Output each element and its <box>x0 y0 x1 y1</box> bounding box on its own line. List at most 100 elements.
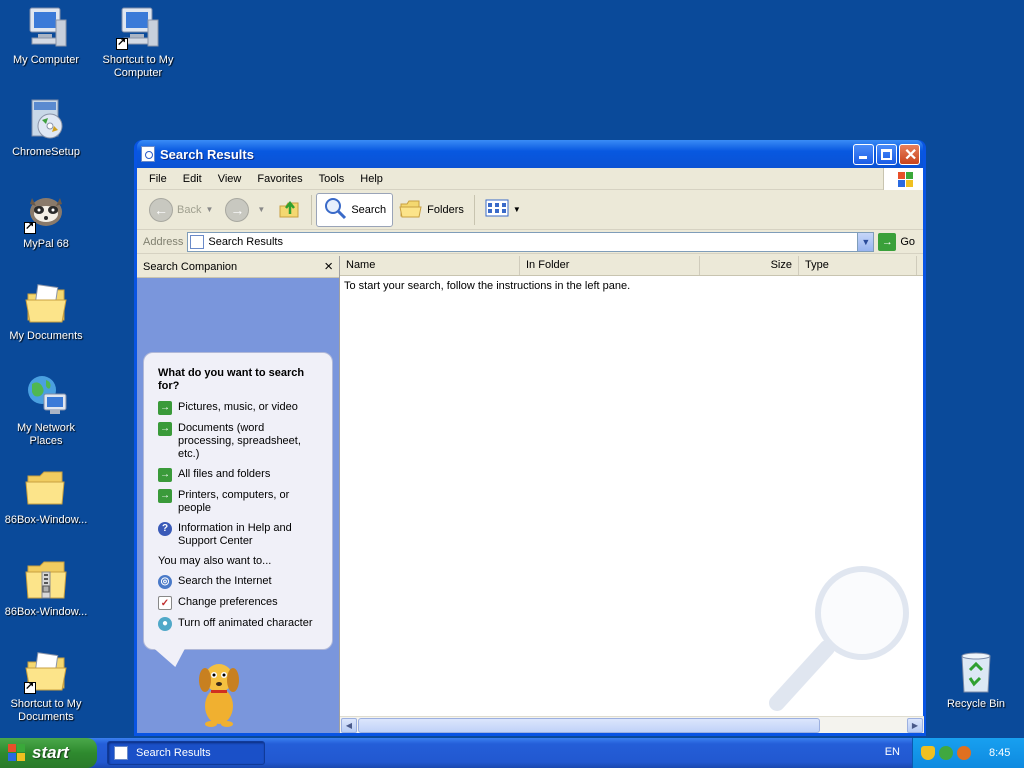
scroll-right-icon[interactable]: ▶ <box>907 718 923 733</box>
option-change-preferences[interactable]: ✓ Change preferences <box>158 596 320 610</box>
views-grid-icon <box>485 198 509 221</box>
scrollbar-thumb[interactable] <box>358 718 820 733</box>
desktop-icon-label: Recycle Bin <box>946 698 1006 710</box>
menu-edit[interactable]: Edit <box>175 173 210 185</box>
up-folder-icon <box>277 196 301 223</box>
installer-icon <box>22 96 70 144</box>
search-companion-pane: Search Companion × What do you want to s… <box>137 256 339 733</box>
search-tray-icon[interactable] <box>957 746 971 760</box>
chevron-down-icon[interactable]: ▼ <box>205 205 213 214</box>
horizontal-scrollbar[interactable]: ◀ ▶ <box>340 716 924 733</box>
menu-view[interactable]: View <box>210 173 250 185</box>
maximize-icon <box>881 148 892 160</box>
option-all-files[interactable]: → All files and folders <box>158 468 320 482</box>
go-button[interactable]: → Go <box>874 232 923 251</box>
toolbar-separator <box>473 194 475 225</box>
forward-button[interactable]: → ▼ <box>219 193 271 227</box>
window-client: File Edit View Favorites Tools Help ← Ba… <box>137 168 924 733</box>
windows-flag-icon <box>8 744 26 762</box>
desktop-icon-recycle-bin[interactable]: Recycle Bin <box>930 648 1022 711</box>
minimize-icon <box>859 155 867 159</box>
up-folder-button[interactable] <box>271 193 307 227</box>
companion-close-icon[interactable]: × <box>324 258 333 275</box>
green-arrow-icon: → <box>158 489 172 503</box>
desktop-icon-my-documents[interactable]: My Documents <box>0 280 92 343</box>
search-label: Search <box>351 203 387 216</box>
desktop-icon-chromesetup[interactable]: ChromeSetup <box>0 96 92 159</box>
option-help-center[interactable]: ? Information in Help and Support Center <box>158 522 320 548</box>
menu-help[interactable]: Help <box>352 173 391 185</box>
option-documents[interactable]: → Documents (word processing, spreadshee… <box>158 422 320 461</box>
folders-icon <box>399 196 423 223</box>
desktop-icon-label: MyPal 68 <box>23 238 69 250</box>
desktop-icon-label: My Computer <box>12 54 80 66</box>
views-button[interactable]: ▼ <box>479 193 527 227</box>
companion-title: Search Companion <box>143 260 238 273</box>
back-button[interactable]: ← Back ▼ <box>143 193 219 227</box>
address-field[interactable]: Search Results ▼ <box>187 231 875 252</box>
search-window-icon <box>141 146 155 162</box>
desktop-icon-label: Shortcut to My Documents <box>10 698 82 723</box>
option-label: Printers, computers, or people <box>178 489 290 514</box>
taskbar-item-search-results[interactable]: Search Results <box>107 741 265 765</box>
desktop-icon-network-places[interactable]: My Network Places <box>0 372 92 448</box>
desktop-icon-my-computer[interactable]: My Computer <box>0 4 92 67</box>
maximize-button[interactable] <box>876 143 897 165</box>
option-search-internet[interactable]: ◎ Search the Internet <box>158 575 320 589</box>
address-dropdown-icon[interactable]: ▼ <box>857 232 874 251</box>
menu-tools[interactable]: Tools <box>311 173 353 185</box>
menu-favorites[interactable]: Favorites <box>249 173 310 185</box>
shortcut-arrow-icon <box>24 220 36 234</box>
option-label: Search the Internet <box>178 575 272 587</box>
documents-shortcut-icon <box>22 648 70 696</box>
column-in-folder[interactable]: In Folder <box>520 256 700 275</box>
close-icon: ✕ <box>904 146 918 164</box>
option-label: Change preferences <box>178 596 278 608</box>
magnifier-watermark-icon <box>767 563 917 713</box>
column-name[interactable]: Name <box>340 256 520 275</box>
desktop-icon-shortcut-my-computer[interactable]: Shortcut to My Computer <box>92 4 184 80</box>
computer-shortcut-icon <box>114 4 162 52</box>
option-label: Information in Help and Support Center <box>178 522 292 547</box>
option-label: Pictures, music, or video <box>178 401 298 413</box>
search-icon <box>323 196 347 223</box>
desktop-icon-label: ChromeSetup <box>12 146 80 158</box>
address-label: Address <box>143 235 184 248</box>
language-indicator[interactable]: EN <box>885 746 900 758</box>
search-dog-character-icon[interactable] <box>189 656 249 728</box>
network-globe-icon <box>22 372 70 420</box>
close-button[interactable]: ✕ <box>899 143 920 165</box>
title-bar[interactable]: Search Results ✕ <box>137 140 923 168</box>
mypal-raccoon-icon <box>22 188 70 236</box>
recycle-bin-icon <box>952 648 1000 696</box>
chevron-down-icon[interactable]: ▼ <box>257 205 265 214</box>
forward-arrow-icon: → <box>225 197 250 222</box>
network-icon[interactable] <box>939 746 953 760</box>
search-button[interactable]: Search <box>316 192 394 227</box>
window-title: Search Results <box>160 146 254 162</box>
start-button[interactable]: start <box>0 738 97 768</box>
back-arrow-icon: ← <box>149 197 173 222</box>
option-pictures[interactable]: → Pictures, music, or video <box>158 401 320 415</box>
search-results-window: Search Results ✕ File Edit View Favorite… <box>134 140 926 736</box>
desktop-icon-mypal[interactable]: MyPal 68 <box>0 188 92 251</box>
desktop-icon-label: My Documents <box>9 330 83 342</box>
security-shield-icon[interactable] <box>921 746 935 760</box>
chevron-down-icon: ▼ <box>512 205 521 214</box>
clock[interactable]: 8:45 <box>989 747 1010 759</box>
folders-label: Folders <box>427 203 464 216</box>
minimize-button[interactable] <box>853 143 874 165</box>
column-size[interactable]: Size <box>700 256 799 275</box>
animated-character-icon: ● <box>158 617 172 631</box>
empty-results-message: To start your search, follow the instruc… <box>344 280 631 292</box>
desktop-icon-shortcut-my-documents[interactable]: Shortcut to My Documents <box>0 648 92 724</box>
option-turn-off-character[interactable]: ● Turn off animated character <box>158 617 320 631</box>
scroll-left-icon[interactable]: ◀ <box>341 718 357 733</box>
desktop-icon-86box-zip[interactable]: 86Box-Window... <box>0 556 92 619</box>
option-label: Turn off animated character <box>178 617 313 629</box>
column-type[interactable]: Type <box>799 256 917 275</box>
desktop-icon-86box-folder[interactable]: 86Box-Window... <box>0 464 92 527</box>
folders-button[interactable]: Folders <box>393 193 470 227</box>
option-printers[interactable]: → Printers, computers, or people <box>158 489 320 515</box>
menu-file[interactable]: File <box>141 173 175 185</box>
